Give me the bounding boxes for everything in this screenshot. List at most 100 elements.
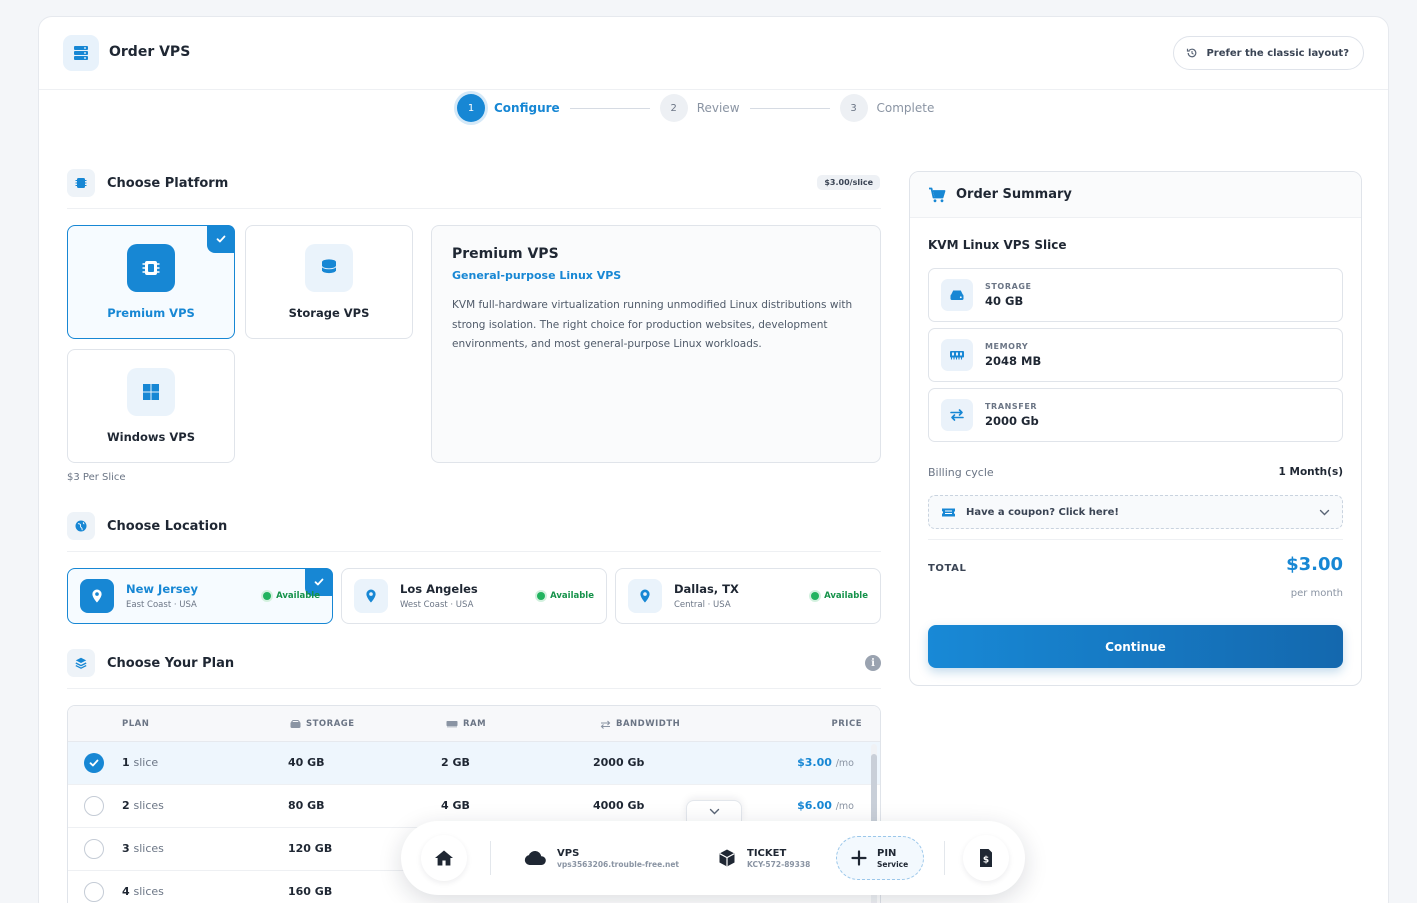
location-city: Los Angeles xyxy=(400,582,478,596)
total-value: $3.00 xyxy=(1286,554,1343,575)
plan-name: 4 slices xyxy=(122,885,164,898)
continue-button[interactable]: Continue xyxy=(928,625,1343,668)
dock-ticket-item[interactable]: TICKET KCY-572-89338 xyxy=(703,836,824,880)
dock-vps-item[interactable]: VPS vps3563206.trouble-free.net xyxy=(509,836,693,880)
coupon-toggle[interactable]: Have a coupon? Click here! xyxy=(928,495,1343,529)
platform-heading: Choose Platform xyxy=(67,169,228,197)
plan-row[interactable]: 1 slice 40 GB 2 GB 2000 Gb $3.00 /mo xyxy=(68,742,880,785)
map-pin-icon xyxy=(354,579,388,613)
location-new-jersey[interactable]: New Jersey East Coast · USA Available xyxy=(67,568,333,624)
plan-price: $6.00 /mo xyxy=(797,799,854,812)
map-pin-icon xyxy=(628,579,662,613)
col-ram: RAM xyxy=(446,719,486,729)
location-region: Central · USA xyxy=(674,600,731,610)
plan-unit: slices xyxy=(133,885,164,898)
globe-icon xyxy=(67,512,95,540)
col-price: PRICE xyxy=(831,719,862,729)
step-connector xyxy=(569,107,650,109)
cloud-icon xyxy=(524,851,546,865)
dock-divider xyxy=(490,841,491,875)
step-complete[interactable]: 3 Complete xyxy=(839,94,935,122)
platform-detail-subtitle: General-purpose Linux VPS xyxy=(452,269,622,282)
plan-storage: 40 GB xyxy=(288,756,325,769)
plan-price-value: $6.00 xyxy=(797,799,832,812)
dock-ticket-title: TICKET xyxy=(747,847,787,859)
step-configure[interactable]: 1 Configure xyxy=(457,94,560,122)
selected-check-icon xyxy=(207,225,235,253)
info-icon[interactable]: i xyxy=(865,655,881,671)
dock-pin-button[interactable]: PIN Service xyxy=(836,836,924,880)
platform-name: Premium VPS xyxy=(107,306,195,320)
location-region: East Coast · USA xyxy=(126,600,197,610)
platform-storage-vps[interactable]: Storage VPS xyxy=(245,225,413,339)
scrollbar-thumb[interactable] xyxy=(871,754,877,824)
transfer-icon xyxy=(600,720,611,729)
coupon-label: Have a coupon? Click here! xyxy=(966,506,1119,518)
step-number: 1 xyxy=(457,94,485,122)
availability-text: Available xyxy=(550,591,594,601)
platform-windows-vps[interactable]: Windows VPS xyxy=(67,349,235,463)
step-label: Review xyxy=(696,101,740,115)
location-city: Dallas, TX xyxy=(674,582,739,596)
chevron-down-icon xyxy=(709,808,719,814)
classic-layout-button[interactable]: Prefer the classic layout? xyxy=(1173,36,1364,70)
map-pin-icon xyxy=(80,579,114,613)
spec-memory: MEMORY 2048 MB xyxy=(928,328,1343,382)
layers-icon xyxy=(67,649,95,677)
step-number: 2 xyxy=(659,94,688,122)
step-review[interactable]: 2 Review xyxy=(659,94,740,122)
home-icon xyxy=(435,850,453,866)
location-heading: Choose Location xyxy=(67,512,227,540)
col-bandwidth: BANDWIDTH xyxy=(600,719,680,729)
section-divider xyxy=(67,208,881,209)
plan-ram: 4 GB xyxy=(441,799,470,812)
availability-badge: Available xyxy=(811,591,868,601)
location-los-angeles[interactable]: Los Angeles West Coast · USA Available xyxy=(341,568,607,624)
platform-premium-vps[interactable]: Premium VPS xyxy=(67,225,235,339)
per-slice-note: $3 Per Slice xyxy=(67,472,126,483)
location-dallas[interactable]: Dallas, TX Central · USA Available xyxy=(615,568,881,624)
step-label: Complete xyxy=(876,101,935,115)
spec-label: STORAGE xyxy=(985,282,1032,291)
platform-detail-title: Premium VPS xyxy=(452,246,559,262)
billing-value: 1 Month(s) xyxy=(1278,466,1343,478)
plan-storage: 120 GB xyxy=(288,842,333,855)
server-icon xyxy=(63,35,99,71)
home-button[interactable] xyxy=(421,835,467,881)
billing-label: Billing cycle xyxy=(928,466,994,479)
plan-radio[interactable] xyxy=(84,753,104,773)
quick-access-dock: VPS vps3563206.trouble-free.net TICKET K… xyxy=(401,821,1025,895)
plan-bandwidth: 4000 Gb xyxy=(593,799,645,812)
order-summary-header: Order Summary xyxy=(910,172,1361,218)
spec-label: TRANSFER xyxy=(985,402,1038,411)
platform-name: Windows VPS xyxy=(106,430,196,444)
plan-price: $3.00 /mo xyxy=(797,756,854,769)
plan-unit: slices xyxy=(133,842,164,855)
invoice-button[interactable]: $ xyxy=(963,835,1009,881)
plan-radio[interactable] xyxy=(84,839,104,859)
availability-text: Available xyxy=(824,591,868,601)
location-region: West Coast · USA xyxy=(400,600,474,610)
database-icon xyxy=(305,244,353,292)
status-dot xyxy=(811,592,820,600)
dock-collapse-button[interactable] xyxy=(686,800,742,822)
plan-radio[interactable] xyxy=(84,796,104,816)
plan-table-header: PLAN STORAGE RAM BANDWIDTH PRICE xyxy=(68,706,880,742)
platform-name: Storage VPS xyxy=(288,306,370,320)
spec-transfer: TRANSFER 2000 Gb xyxy=(928,388,1343,442)
spec-value: 2000 Gb xyxy=(985,414,1039,428)
plan-unit: slice xyxy=(133,756,159,769)
check-icon xyxy=(89,759,99,767)
status-dot xyxy=(537,592,546,600)
stepper: 1 Configure 2 Review 3 Complete xyxy=(457,93,934,123)
location-city: New Jersey xyxy=(126,582,198,596)
price-per-slice-badge: $3.00/slice xyxy=(817,175,880,190)
header-divider xyxy=(39,89,1388,90)
plan-storage: 80 GB xyxy=(288,799,325,812)
hard-drive-icon xyxy=(941,279,973,311)
step-label: Configure xyxy=(494,101,560,115)
location-heading-text: Choose Location xyxy=(107,518,228,534)
billing-cycle: Billing cycle 1 Month(s) xyxy=(928,466,1343,479)
plan-radio[interactable] xyxy=(84,882,104,902)
plan-name: 2 slices xyxy=(122,799,164,812)
